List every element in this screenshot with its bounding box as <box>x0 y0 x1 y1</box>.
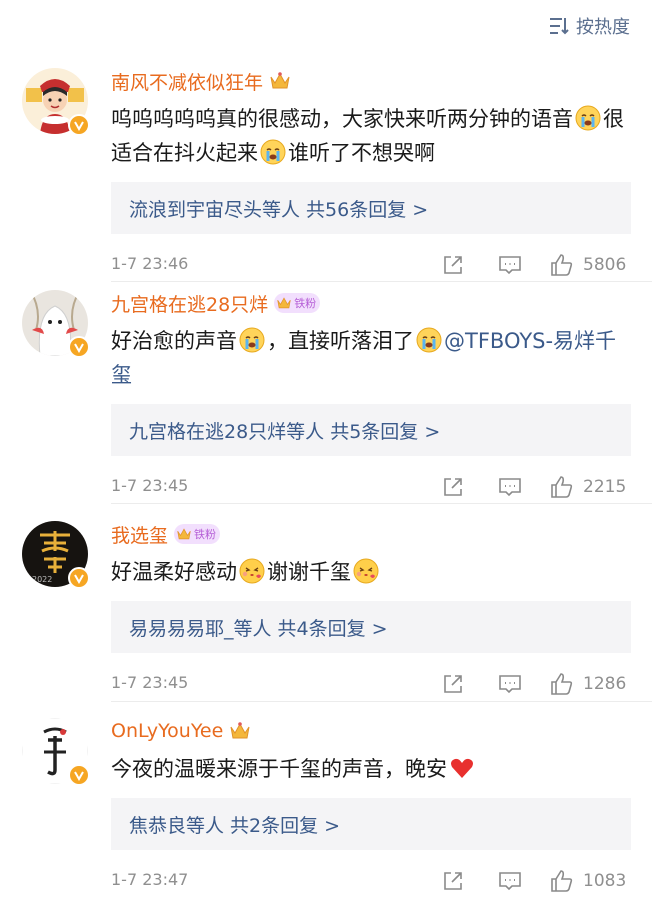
timestamp: 1-7 23:47 <box>111 870 189 889</box>
share-icon <box>444 675 462 693</box>
share-button[interactable] <box>441 669 465 699</box>
share-button[interactable] <box>441 250 465 280</box>
crown-icon <box>269 71 291 91</box>
avatar[interactable] <box>22 718 90 786</box>
avatar[interactable]: 2022 <box>22 521 90 589</box>
like-button[interactable]: 1083 <box>549 866 626 896</box>
crying-emoji-icon <box>416 327 442 353</box>
share-button[interactable] <box>441 472 465 502</box>
like-icon <box>551 254 573 276</box>
sort-by-hot-button[interactable]: 按热度 <box>548 12 630 40</box>
like-button[interactable]: 5806 <box>549 250 626 280</box>
comment-button[interactable] <box>497 866 523 896</box>
comment-icon <box>499 256 521 275</box>
divider <box>111 701 652 702</box>
timestamp: 1-7 23:45 <box>111 673 189 692</box>
like-count: 2215 <box>583 477 627 497</box>
comment-icon <box>499 478 521 497</box>
heart-emoji-icon <box>451 758 473 778</box>
sort-icon <box>550 18 569 35</box>
fan-badge: 铁粉 <box>174 524 221 544</box>
username[interactable]: 我选玺 <box>111 521 168 548</box>
verified-badge-icon <box>68 567 90 589</box>
username[interactable]: OnLyYouYee <box>111 720 223 742</box>
crown-icon <box>176 527 192 541</box>
username[interactable]: 九宫格在逃28只烊 <box>111 290 268 317</box>
crown-icon <box>229 721 251 741</box>
crying-emoji-icon <box>239 327 265 353</box>
like-icon <box>551 870 573 892</box>
comment-button[interactable] <box>497 250 523 280</box>
verified-badge-icon <box>68 114 90 136</box>
like-count: 1083 <box>583 871 627 891</box>
like-count: 1286 <box>583 674 627 694</box>
replies-summary[interactable]: 流浪到宇宙尽头等人 共56条回复 > <box>111 182 631 234</box>
like-button[interactable]: 1286 <box>549 669 626 699</box>
comment-text: 今夜的温暖来源于千玺的声音，晚安 <box>111 752 631 786</box>
comment-icon <box>499 675 521 694</box>
replies-summary[interactable]: 焦恭良等人 共2条回复 > <box>111 798 631 850</box>
like-count: 5806 <box>583 255 627 275</box>
comment-text: 好温柔好感动 谢谢千玺 <box>111 555 631 589</box>
replies-summary[interactable]: 九宫格在逃28只烊等人 共5条回复 > <box>111 404 631 456</box>
verified-badge-icon <box>68 764 90 786</box>
crying-emoji-icon <box>575 105 601 131</box>
crown-icon <box>276 296 292 310</box>
like-button[interactable]: 2215 <box>549 472 626 502</box>
sort-label: 按热度 <box>576 17 630 38</box>
avatar[interactable] <box>22 290 90 358</box>
replies-summary[interactable]: 易易易易耶_等人 共4条回复 > <box>111 601 631 653</box>
username[interactable]: 南风不减依似狂年 <box>111 68 263 95</box>
fan-badge: 铁粉 <box>274 293 321 313</box>
like-icon <box>551 476 573 498</box>
comment-button[interactable] <box>497 472 523 502</box>
share-icon <box>444 872 462 890</box>
avatar-year: 2022 <box>32 575 52 584</box>
avatar[interactable] <box>22 68 90 136</box>
comment-icon <box>499 872 521 891</box>
share-icon <box>444 256 462 274</box>
share-button[interactable] <box>441 866 465 896</box>
verified-badge-icon <box>68 336 90 358</box>
comment-text: 好治愈的声音 ，直接听落泪了 @TFBOYS-易烊千玺 <box>111 327 617 387</box>
kiss-emoji-icon <box>353 558 379 584</box>
timestamp: 1-7 23:45 <box>111 476 189 495</box>
crying-emoji-icon <box>260 139 286 165</box>
divider <box>111 281 652 282</box>
share-icon <box>444 478 462 496</box>
timestamp: 1-7 23:46 <box>111 254 189 273</box>
like-icon <box>551 673 573 695</box>
divider <box>111 503 652 504</box>
comment-text: 呜呜呜呜呜真的很感动，大家快来听两分钟的语音 很适合在抖火起来 谁听了不想哭啊 <box>111 105 624 165</box>
comment-button[interactable] <box>497 669 523 699</box>
kiss-emoji-icon <box>239 558 265 584</box>
